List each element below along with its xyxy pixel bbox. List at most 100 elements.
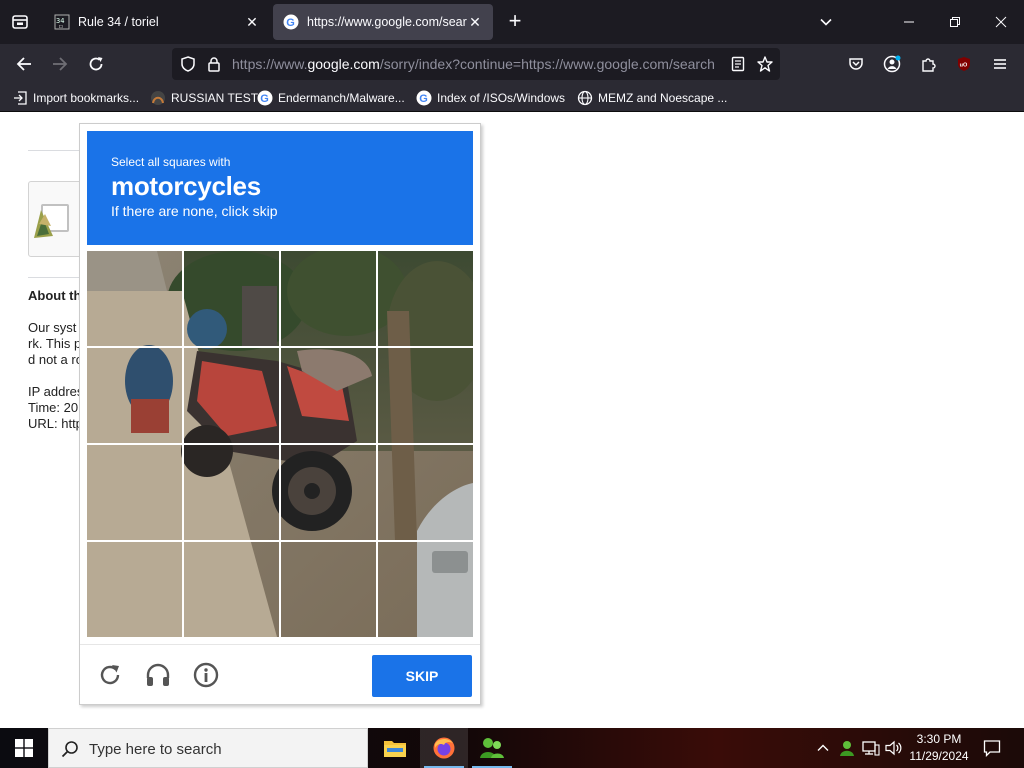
taskbar-firefox[interactable]: [420, 728, 468, 768]
image-tile[interactable]: [378, 251, 473, 346]
browser-tab-bar: 34 ㅁ Rule 34 / toriel ✕ G https://www.goo…: [0, 0, 1024, 44]
bookmark-isos-windows[interactable]: G Index of /ISOs/Windows: [416, 90, 565, 106]
close-tab-icon[interactable]: ✕: [244, 14, 260, 30]
reload-button[interactable]: [84, 52, 108, 76]
tab-title: Rule 34 / toriel: [78, 15, 159, 29]
account-button[interactable]: [880, 52, 904, 76]
image-tile[interactable]: [87, 251, 182, 346]
tab-rule34[interactable]: 34 ㅁ Rule 34 / toriel ✕: [44, 4, 270, 40]
audio-challenge-button[interactable]: [142, 659, 174, 691]
image-tile[interactable]: [281, 445, 376, 540]
tab-title: https://www.google.com/searc: [307, 15, 467, 29]
url-text[interactable]: https://www.google.com/sorry/index?conti…: [232, 56, 714, 72]
navigation-toolbar: https://www.google.com/sorry/index?conti…: [0, 44, 1024, 84]
image-tile[interactable]: [184, 542, 279, 637]
search-placeholder: Type here to search: [89, 741, 222, 758]
bookmark-star-icon[interactable]: [757, 56, 773, 72]
firefox-view-button[interactable]: [8, 10, 32, 34]
image-tile[interactable]: [87, 445, 182, 540]
image-tile[interactable]: [281, 251, 376, 346]
taskbar-people-app[interactable]: [468, 728, 516, 768]
challenge-footer: SKIP: [80, 644, 480, 704]
speaker-icon: [885, 740, 902, 756]
forward-button[interactable]: [48, 52, 72, 76]
image-tile[interactable]: [378, 542, 473, 637]
info-button[interactable]: [190, 659, 222, 691]
list-all-tabs-button[interactable]: [814, 10, 838, 34]
extensions-button[interactable]: [916, 52, 940, 76]
ublock-origin-button[interactable]: uO: [952, 52, 976, 76]
bookmark-endermanch[interactable]: G Endermanch/Malware...: [257, 90, 405, 106]
address-bar[interactable]: https://www.google.com/sorry/index?conti…: [172, 48, 780, 80]
system-clock[interactable]: 3:30 PM 11/29/2024: [904, 731, 974, 765]
pocket-icon: [849, 58, 863, 70]
svg-text:G: G: [286, 17, 295, 29]
tracking-protection-shield-icon[interactable]: [180, 56, 196, 72]
action-center-button[interactable]: [980, 736, 1004, 760]
image-tile[interactable]: [378, 348, 473, 443]
taskbar-file-explorer[interactable]: [371, 728, 419, 768]
reload-challenge-button[interactable]: [94, 659, 126, 691]
info-icon: [193, 662, 219, 688]
forward-arrow-icon: [53, 57, 68, 71]
image-tile[interactable]: [378, 445, 473, 540]
restore-button[interactable]: [943, 10, 967, 34]
firefox-icon: [433, 737, 455, 759]
clock-time: 3:30 PM: [916, 732, 962, 746]
import-icon: [12, 90, 28, 106]
about-text-line: Our syst: [28, 320, 77, 335]
people-app-icon: [480, 738, 504, 758]
pocket-button[interactable]: [844, 52, 868, 76]
github-icon: [150, 90, 166, 106]
bookmark-label: MEMZ and Noescape ...: [598, 91, 728, 105]
svg-text:G: G: [260, 93, 269, 105]
image-tile[interactable]: [87, 542, 182, 637]
svg-text:G: G: [419, 93, 428, 105]
reader-view-icon[interactable]: [730, 56, 746, 72]
restore-icon: [950, 17, 960, 27]
network-button[interactable]: [861, 738, 881, 758]
svg-text:ㅁ: ㅁ: [58, 24, 64, 30]
image-tile[interactable]: [184, 251, 279, 346]
bookmark-memz[interactable]: MEMZ and Noescape ...: [577, 90, 727, 106]
close-window-button[interactable]: [989, 10, 1013, 34]
volume-button[interactable]: [884, 738, 904, 758]
recaptcha-loading-icon: [34, 210, 53, 238]
about-heading: About th: [28, 288, 82, 303]
show-hidden-icons-button[interactable]: [813, 738, 833, 758]
taskbar-search-box[interactable]: Type here to search: [48, 728, 368, 768]
account-icon: [883, 55, 901, 73]
bookmark-label: Endermanch/Malware...: [278, 91, 405, 105]
image-tile[interactable]: [184, 445, 279, 540]
image-tile[interactable]: [184, 348, 279, 443]
close-tab-icon[interactable]: ✕: [467, 14, 483, 30]
notification-icon: [983, 740, 1001, 757]
challenge-keyword: motorcycles: [111, 171, 261, 201]
recaptcha-challenge-dialog: Select all squares with motorcycles If t…: [79, 123, 481, 705]
start-button[interactable]: [0, 728, 48, 768]
lock-icon[interactable]: [206, 56, 222, 72]
ip-address-line: IP addres: [28, 384, 84, 399]
minimize-icon: [904, 21, 914, 23]
chevron-up-icon: [817, 744, 829, 751]
about-text-line: rk. This p: [28, 336, 82, 351]
google-favicon: G: [283, 14, 299, 30]
bookmark-import[interactable]: Import bookmarks...: [12, 90, 139, 106]
globe-icon: [577, 90, 593, 106]
google-icon: G: [416, 90, 432, 106]
minimize-button[interactable]: [897, 10, 921, 34]
new-tab-button[interactable]: +: [503, 10, 527, 34]
tray-people-app[interactable]: [837, 738, 857, 758]
firefox-view-icon: [12, 15, 28, 29]
people-tray-icon: [840, 741, 854, 756]
back-button[interactable]: [12, 52, 36, 76]
app-menu-button[interactable]: [988, 52, 1012, 76]
file-explorer-icon: [384, 741, 406, 757]
skip-button[interactable]: SKIP: [372, 655, 472, 697]
bookmark-russian-test[interactable]: RUSSIAN TEST: [150, 90, 258, 106]
image-tile[interactable]: [281, 348, 376, 443]
image-tile[interactable]: [281, 542, 376, 637]
image-tile[interactable]: [87, 348, 182, 443]
hamburger-menu-icon: [994, 59, 1006, 69]
tab-google[interactable]: G https://www.google.com/searc ✕: [273, 4, 493, 40]
